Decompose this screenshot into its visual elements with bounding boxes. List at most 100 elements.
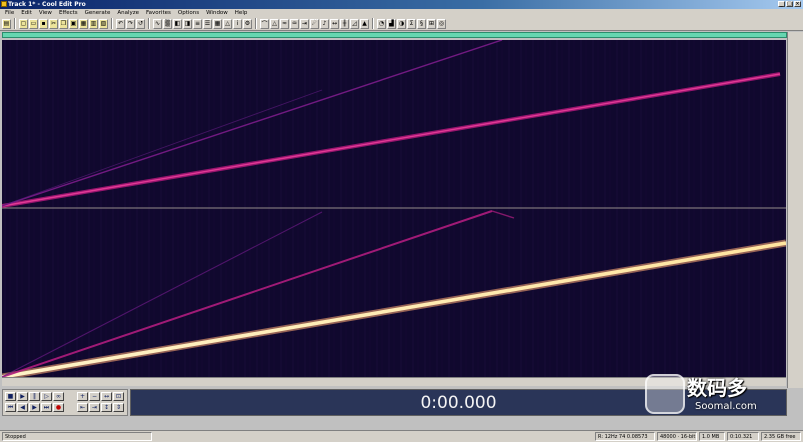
zoom-right-icon[interactable]: ⇥ [89, 403, 100, 412]
zoom-out-icon[interactable]: − [89, 392, 100, 401]
eq-icon[interactable]: ╫ [340, 18, 349, 29]
batch-icon[interactable]: ⊞ [427, 18, 436, 29]
paste-mix-icon[interactable]: ▦ [79, 18, 88, 29]
phase-icon[interactable]: ◑ [397, 18, 406, 29]
status-state: Stopped [2, 432, 152, 441]
menu-options[interactable]: Options [175, 9, 203, 17]
window-title: Track 1* - Cool Edit Pro [8, 1, 86, 8]
rewind-icon[interactable]: ◀ [17, 403, 28, 412]
menu-bar: File Edit View Effects Generate Analyze … [0, 9, 803, 17]
cd-icon[interactable]: ◎ [437, 18, 446, 29]
menu-window[interactable]: Window [203, 9, 232, 17]
zoom-vertical-in-icon[interactable]: ↕ [101, 403, 112, 412]
reverb-icon[interactable]: ♒ [290, 18, 299, 29]
zoom-selection-icon[interactable]: ⊡ [113, 392, 124, 401]
watermark: 数码多 Soomal.com [640, 370, 800, 418]
spectrogram [2, 40, 786, 377]
stop-icon[interactable]: ■ [5, 392, 16, 401]
amplify-icon[interactable]: △ [270, 18, 279, 29]
paste-icon[interactable]: ▣ [69, 18, 78, 29]
menu-view[interactable]: View [36, 9, 56, 17]
loop-icon[interactable]: ∞ [53, 392, 64, 401]
toolbar-separator [14, 18, 16, 29]
play-to-end-icon[interactable]: ▷ [41, 392, 52, 401]
save-icon[interactable]: ▪ [39, 18, 48, 29]
copy-icon[interactable]: ❐ [59, 18, 68, 29]
filter-icon[interactable]: ≈ [280, 18, 289, 29]
status-duration: 0:10.321 [727, 432, 759, 441]
menu-favorites[interactable]: Favorites [143, 9, 175, 17]
scripts-icon[interactable]: § [417, 18, 426, 29]
envelope-icon[interactable]: ⌒ [260, 18, 269, 29]
analysis-icon[interactable]: ◔ [377, 18, 386, 29]
play-icon[interactable]: ▶ [17, 392, 28, 401]
toolbar: ▤ ▢ ▭ ▪ ✂ ❐ ▣ ▦ ▥ ▧ ↶ ↷ ↺ ∿ ▒ ◧ ◨ ≡ ☰ ▦ … [0, 17, 803, 31]
overview-range-bar[interactable] [2, 32, 787, 38]
watermark-logo-icon [645, 374, 685, 414]
pitch-icon[interactable]: ♪ [320, 18, 329, 29]
metronome-icon[interactable]: △ [223, 18, 232, 29]
window-titlebar: Track 1* - Cool Edit Pro _ □ × [0, 0, 803, 9]
settings-icon[interactable]: ⚙ [243, 18, 252, 29]
go-to-start-icon[interactable]: ⏮ [5, 403, 16, 412]
delay-icon[interactable]: ⇥ [300, 18, 309, 29]
record-icon[interactable]: ● [53, 403, 64, 412]
stereo-icon[interactable]: ◨ [183, 18, 192, 29]
toolbar-separator [372, 18, 374, 29]
time-display: 0:00.000 [420, 392, 497, 413]
menu-analyze[interactable]: Analyze [114, 9, 143, 17]
status-free-space: 2.35 GB free [761, 432, 801, 441]
undo-icon[interactable]: ↶ [116, 18, 125, 29]
menu-effects[interactable]: Effects [56, 9, 82, 17]
noise-reduction-icon[interactable]: ☄ [310, 18, 319, 29]
frequency-icon[interactable]: ▟ [387, 18, 396, 29]
menu-help[interactable]: Help [232, 9, 252, 17]
watermark-text: 数码多 [687, 376, 747, 400]
menu-file[interactable]: File [2, 9, 18, 17]
close-button[interactable]: × [794, 1, 801, 7]
new-file-icon[interactable]: ▢ [19, 18, 28, 29]
redo-icon[interactable]: ↷ [126, 18, 135, 29]
dynamics-icon[interactable]: ◿ [350, 18, 359, 29]
normalize-icon[interactable]: ▲ [360, 18, 369, 29]
transport-controls: ■ ▶ ‖ ▷ ∞ ⏮ ◀ ▶ ⏭ ● + − ↔ ⊡ ⇤ ⇥ ↕ ⇕ [2, 389, 128, 416]
frequency-scale [787, 32, 803, 388]
statistics-icon[interactable]: Σ [407, 18, 416, 29]
watermark-url: Soomal.com [695, 401, 757, 412]
maximize-button[interactable]: □ [786, 1, 793, 7]
go-to-end-icon[interactable]: ⏭ [41, 403, 52, 412]
status-bar: Stopped R: 12Hz 74 0.08573 48000 · 16-bi… [0, 430, 803, 442]
repeat-icon[interactable]: ↺ [136, 18, 145, 29]
toolbar-separator [111, 18, 113, 29]
trim-icon[interactable]: ▥ [89, 18, 98, 29]
pause-icon[interactable]: ‖ [29, 392, 40, 401]
toolbar-separator [148, 18, 150, 29]
playlist-icon[interactable]: ☰ [203, 18, 212, 29]
open-file-icon[interactable]: ▭ [29, 18, 38, 29]
app-icon [1, 1, 7, 7]
zoom-left-icon[interactable]: ⇤ [77, 403, 88, 412]
menu-edit[interactable]: Edit [18, 9, 36, 17]
spectral-display[interactable] [2, 40, 786, 377]
menu-generate[interactable]: Generate [82, 9, 115, 17]
status-file-size: 1.0 MB [699, 432, 725, 441]
mix-paste-icon[interactable]: ▧ [99, 18, 108, 29]
info-icon[interactable]: i [233, 18, 242, 29]
zoom-full-icon[interactable]: ↔ [101, 392, 112, 401]
waveform-view-icon[interactable]: ∿ [153, 18, 162, 29]
cut-icon[interactable]: ✂ [49, 18, 58, 29]
multitrack-icon[interactable]: ▤ [2, 18, 11, 29]
toolbar-separator [255, 18, 257, 29]
status-cursor-readout: R: 12Hz 74 0.08573 [595, 432, 655, 441]
minimize-button[interactable]: _ [778, 1, 785, 7]
cue-list-icon[interactable]: ≡ [193, 18, 202, 29]
stretch-icon[interactable]: ↔ [330, 18, 339, 29]
status-format: 48000 · 16-bit · Stereo [657, 432, 697, 441]
grid-icon[interactable]: ▦ [213, 18, 222, 29]
zoom-in-icon[interactable]: + [77, 392, 88, 401]
spectrum-background [2, 40, 786, 377]
spectral-view-icon[interactable]: ▒ [163, 18, 172, 29]
zoom-vertical-out-icon[interactable]: ⇕ [113, 403, 124, 412]
fast-forward-icon[interactable]: ▶ [29, 403, 40, 412]
mono-icon[interactable]: ◧ [173, 18, 182, 29]
